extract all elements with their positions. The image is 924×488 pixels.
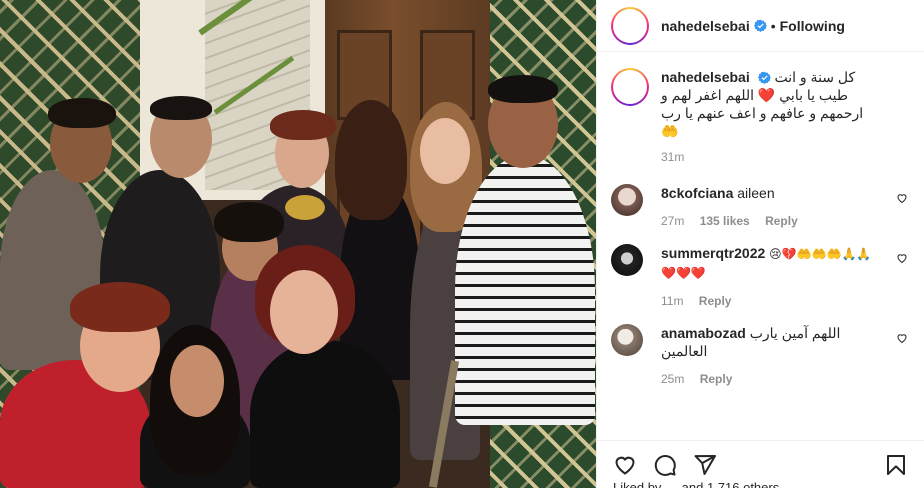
comment-timestamp: 11m xyxy=(661,294,684,308)
caption-username[interactable]: nahedelsebai xyxy=(661,69,750,85)
person-head xyxy=(420,118,470,184)
comment-row: anamabozad اللهم آمين يارب العالمين 25m … xyxy=(611,324,908,386)
person-hair xyxy=(335,100,407,220)
comment-button[interactable] xyxy=(645,445,685,485)
following-button[interactable]: Following xyxy=(780,18,845,34)
like-button[interactable] xyxy=(605,445,645,485)
save-button[interactable] xyxy=(876,445,916,485)
comment-icon xyxy=(654,454,676,476)
person xyxy=(250,340,400,488)
person-hair xyxy=(270,110,336,140)
comment-row: summerqtr2022 😢💔🤲🤲🤲🙏🙏❤️❤️❤️ 11m Reply xyxy=(611,244,908,308)
person-hair xyxy=(70,282,170,332)
commenter-username[interactable]: anamabozad xyxy=(661,325,746,341)
share-icon xyxy=(694,454,716,475)
comment-like-heart-icon[interactable] xyxy=(896,192,908,204)
comment-like-heart-icon[interactable] xyxy=(896,252,908,264)
caption-avatar[interactable] xyxy=(611,68,649,106)
person xyxy=(455,155,595,425)
comment-likes[interactable]: 135 likes xyxy=(700,214,750,228)
commenter-username[interactable]: summerqtr2022 xyxy=(661,245,765,261)
reply-button[interactable]: Reply xyxy=(700,372,733,386)
post-header: nahedelsebai • Following xyxy=(597,0,924,52)
commenter-avatar[interactable] xyxy=(611,244,643,276)
heart-icon xyxy=(615,456,635,475)
post-sidebar: nahedelsebai • Following nahedelsebai كل… xyxy=(596,0,924,488)
commenter-avatar[interactable] xyxy=(611,324,643,356)
comment-timestamp: 27m xyxy=(661,214,685,228)
comments-list: nahedelsebai كل سنة و انت طيب يا بابي ❤️… xyxy=(597,52,924,440)
bookmark-icon xyxy=(887,454,905,475)
caption-timestamp: 31m xyxy=(661,150,685,164)
comment-like-heart-icon[interactable] xyxy=(896,332,908,344)
share-button[interactable] xyxy=(685,445,725,485)
person-hair xyxy=(488,75,558,103)
person-hair xyxy=(214,202,284,242)
verified-badge-icon xyxy=(757,71,771,84)
comment-text: aileen xyxy=(737,185,775,201)
person-hair xyxy=(150,96,212,120)
verified-badge-icon xyxy=(753,19,767,32)
author-username[interactable]: nahedelsebai xyxy=(661,18,750,34)
instagram-post: nahedelsebai • Following nahedelsebai كل… xyxy=(0,0,924,488)
person-hair xyxy=(48,98,116,128)
separator: • xyxy=(770,17,776,34)
person-head xyxy=(270,270,338,354)
likes-summary-peek: Liked by … and 1,716 others xyxy=(613,480,780,488)
author-info: nahedelsebai • Following xyxy=(661,18,845,34)
comment-row: 8ckofciana aileen 27m 135 likes Reply xyxy=(611,184,908,228)
reply-button[interactable]: Reply xyxy=(699,294,732,308)
commenter-avatar[interactable] xyxy=(611,184,643,216)
post-photo[interactable] xyxy=(0,0,596,488)
reply-button[interactable]: Reply xyxy=(765,214,798,228)
person-head xyxy=(170,345,224,417)
author-avatar[interactable] xyxy=(611,6,649,45)
necklace xyxy=(285,195,325,220)
comment-timestamp: 25m xyxy=(661,372,685,386)
commenter-username[interactable]: 8ckofciana xyxy=(661,185,733,201)
post-caption: nahedelsebai كل سنة و انت طيب يا بابي ❤️… xyxy=(611,68,908,166)
